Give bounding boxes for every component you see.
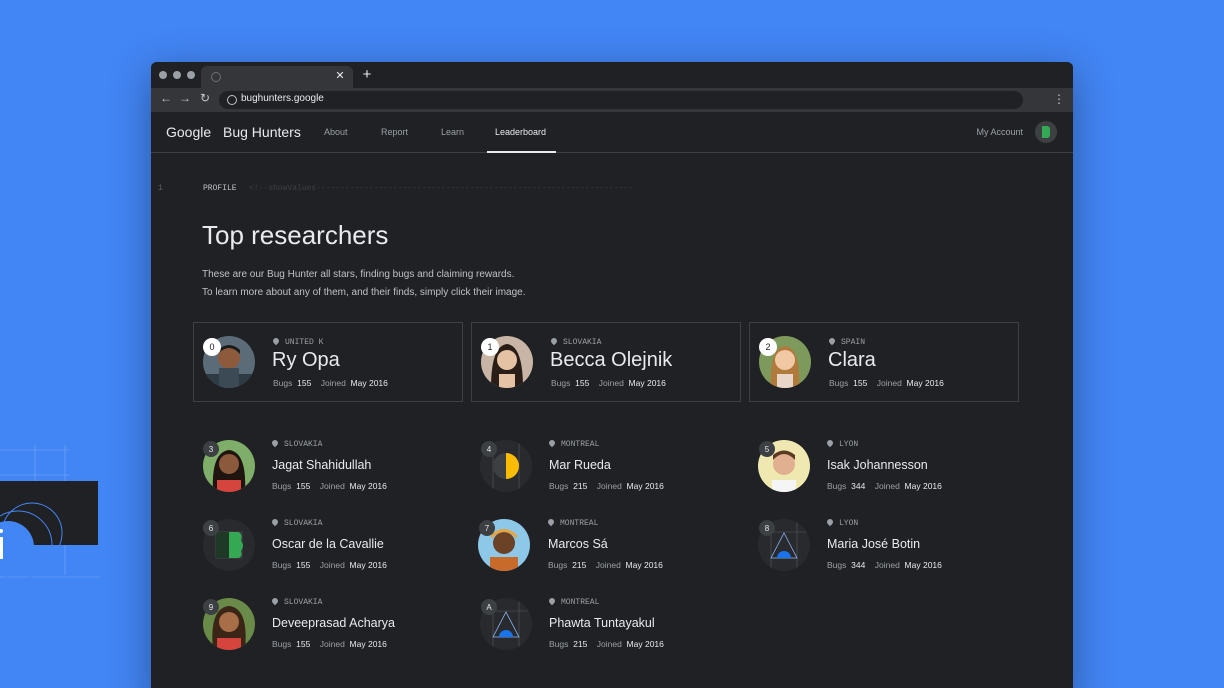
location: LYON xyxy=(825,517,858,528)
location: MONTREAL xyxy=(547,438,599,449)
researcher-stats: Bugs 155 Joined May 2016 xyxy=(272,560,387,570)
forward-icon[interactable]: → xyxy=(177,91,193,105)
new-tab-icon[interactable]: + xyxy=(359,66,375,83)
location: SPAIN xyxy=(827,336,865,347)
location-pin-icon xyxy=(825,438,835,448)
rank-badge: 8 xyxy=(759,520,775,536)
researcher-name: Mar Rueda xyxy=(549,458,611,472)
researcher-name: Ry Opa xyxy=(272,349,340,371)
browser-window: ✕ + ← → ↻ bughunters.google ⋮ Google Bug… xyxy=(151,62,1073,688)
researcher-name: Becca Olejnik xyxy=(550,349,673,371)
page-description: These are our Bug Hunter all stars, find… xyxy=(202,266,525,302)
code-comment: <!--showValues--------------------------… xyxy=(249,184,634,193)
top-researcher-card[interactable]: 2 SPAIN Clara Bugs 155 Joined May 2016 xyxy=(749,322,1019,402)
bug-hunters-logo[interactable]: Bug Hunters xyxy=(223,124,301,140)
rank-badge: 2 xyxy=(759,338,777,356)
browser-tab[interactable]: ✕ xyxy=(201,66,353,88)
researcher-stats: Bugs 155 Joined May 2016 xyxy=(272,639,387,649)
location: SLOVAKIA xyxy=(270,438,322,449)
researcher-name: Maria José Botin xyxy=(827,537,921,551)
rank-badge: 1 xyxy=(481,338,499,356)
researcher-name: Deveeprasad Acharya xyxy=(272,616,395,630)
account-avatar[interactable] xyxy=(1035,121,1057,143)
top-researcher-card[interactable]: 1 SLOVAKIA Becca Olejnik Bugs 155 Joined… xyxy=(471,322,741,402)
location: SLOVAKIA xyxy=(549,336,601,347)
description-line-1: These are our Bug Hunter all stars, find… xyxy=(202,269,515,280)
back-icon[interactable]: ← xyxy=(158,91,174,105)
researcher-stats: Bugs 215 Joined May 2016 xyxy=(549,481,664,491)
line-number: 1 xyxy=(158,184,163,193)
location-pin-icon xyxy=(825,517,835,527)
researcher-stats: Bugs 215 Joined May 2016 xyxy=(548,560,663,570)
rank-badge: 9 xyxy=(203,599,219,615)
researcher-name: Phawta Tuntayakul xyxy=(549,616,655,630)
window-controls[interactable] xyxy=(159,71,195,79)
researcher-stats: Bugs 155 Joined May 2016 xyxy=(273,378,388,388)
tab-strip: ✕ + xyxy=(151,62,1073,88)
rank-badge: 7 xyxy=(479,520,495,536)
location: MONTREAL xyxy=(546,517,598,528)
location: SLOVAKIA xyxy=(270,596,322,607)
profile-label: PROFILE xyxy=(203,184,237,193)
close-tab-icon[interactable]: ✕ xyxy=(333,69,347,82)
researcher-stats: Bugs 215 Joined May 2016 xyxy=(549,639,664,649)
browser-menu-icon[interactable]: ⋮ xyxy=(1053,92,1065,106)
rank-badge: 6 xyxy=(203,520,219,536)
active-tab-indicator xyxy=(487,151,556,153)
rank-badge: 5 xyxy=(759,441,775,457)
rank-badge: 0 xyxy=(203,338,221,356)
decorative-graphic xyxy=(0,445,100,580)
researcher-stats: Bugs 344 Joined May 2016 xyxy=(827,481,942,491)
nav-leaderboard[interactable]: Leaderboard xyxy=(495,127,546,137)
researcher-name: Jagat Shahidullah xyxy=(272,458,372,472)
location-pin-icon xyxy=(546,517,556,527)
page-title: Top researchers xyxy=(202,220,389,250)
location: MONTREAL xyxy=(547,596,599,607)
researcher-name: Oscar de la Cavallie xyxy=(272,537,384,551)
address-bar[interactable]: bughunters.google xyxy=(219,91,1023,109)
location-pin-icon xyxy=(547,438,557,448)
researcher-name: Isak Johannesson xyxy=(827,458,928,472)
top-researcher-card[interactable]: 0 UNITED K Ry Opa Bugs 155 Joined May 20… xyxy=(193,322,463,402)
location: UNITED K xyxy=(271,336,323,347)
reload-icon[interactable]: ↻ xyxy=(197,91,213,105)
description-line-2: To learn more about any of them, and the… xyxy=(202,287,526,298)
rank-badge: 4 xyxy=(481,441,497,457)
location-pin-icon xyxy=(271,336,281,346)
browser-toolbar: ← → ↻ bughunters.google ⋮ xyxy=(151,88,1073,112)
rank-badge: A xyxy=(481,599,497,615)
globe-icon xyxy=(227,95,237,105)
researcher-name: Marcos Sá xyxy=(548,537,608,551)
location-pin-icon xyxy=(827,336,837,346)
favicon-icon xyxy=(211,72,221,82)
location-pin-icon xyxy=(270,596,280,606)
my-account-link[interactable]: My Account xyxy=(976,127,1023,137)
location-pin-icon xyxy=(270,517,280,527)
nav-learn[interactable]: Learn xyxy=(441,127,464,137)
site-page: Google Bug Hunters About Report Learn Le… xyxy=(151,112,1073,688)
location-pin-icon xyxy=(270,438,280,448)
researcher-stats: Bugs 155 Joined May 2016 xyxy=(829,378,944,388)
rank-badge: 3 xyxy=(203,441,219,457)
url-text: bughunters.google xyxy=(241,93,324,104)
location-pin-icon xyxy=(547,596,557,606)
google-logo[interactable]: Google xyxy=(166,124,211,140)
researcher-stats: Bugs 344 Joined May 2016 xyxy=(827,560,942,570)
location-pin-icon xyxy=(549,336,559,346)
location: LYON xyxy=(825,438,858,449)
location: SLOVAKIA xyxy=(270,517,322,528)
site-header: Google Bug Hunters About Report Learn Le… xyxy=(151,112,1073,153)
researcher-stats: Bugs 155 Joined May 2016 xyxy=(551,378,666,388)
researcher-stats: Bugs 155 Joined May 2016 xyxy=(272,481,387,491)
nav-about[interactable]: About xyxy=(324,127,348,137)
nav-report[interactable]: Report xyxy=(381,127,408,137)
researcher-name: Clara xyxy=(828,349,876,371)
